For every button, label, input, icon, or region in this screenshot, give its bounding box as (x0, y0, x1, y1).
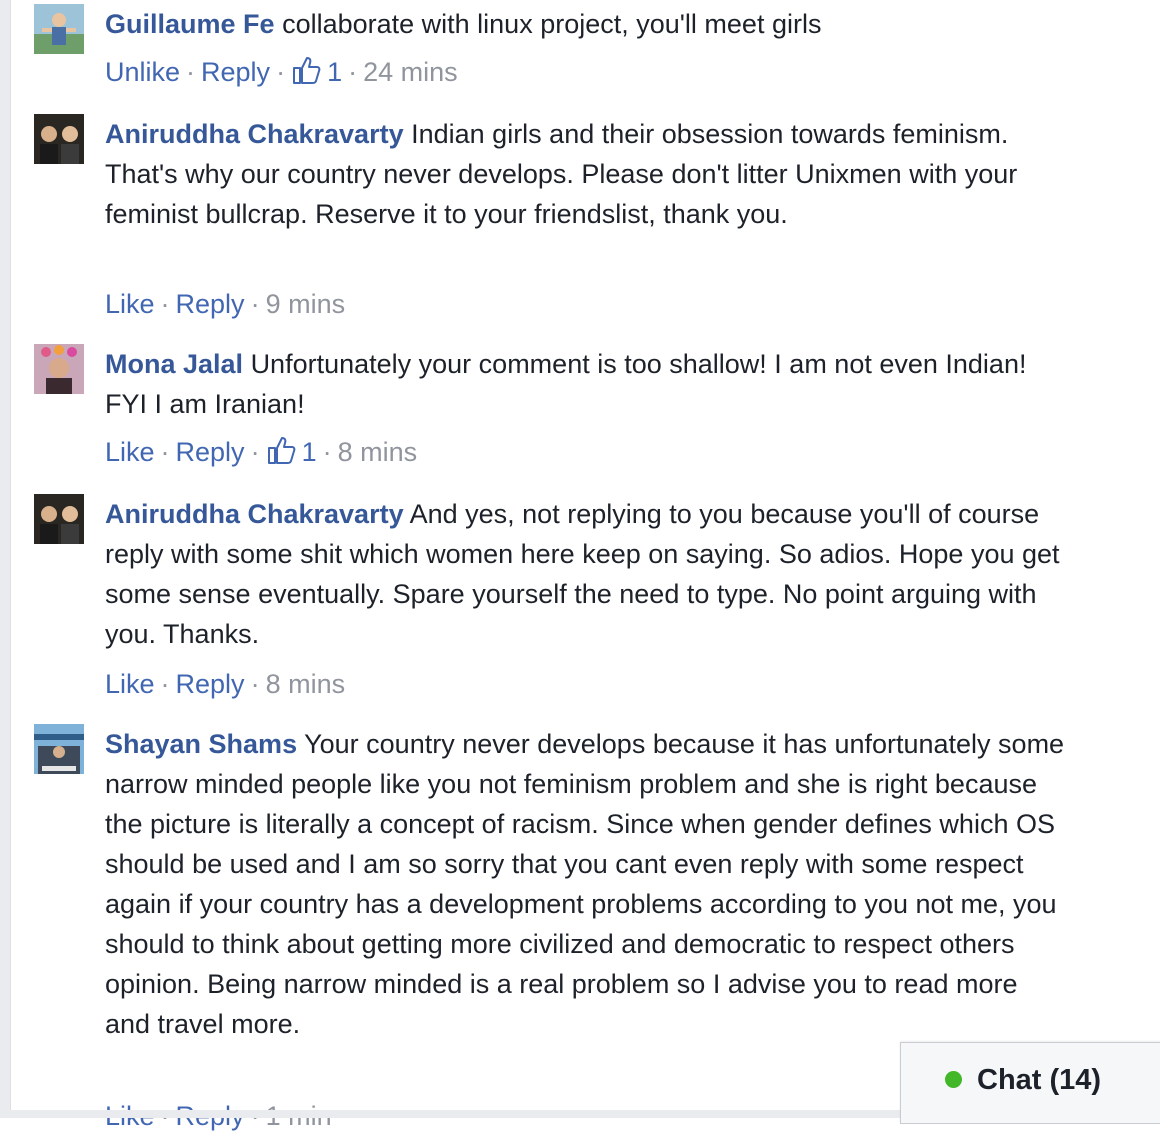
thumbs-up-icon (293, 57, 321, 84)
separator-dot: · (322, 437, 332, 467)
comment-author[interactable]: Shayan Shams (105, 729, 297, 759)
avatar[interactable] (34, 494, 84, 544)
comment-author[interactable]: Mona Jalal (105, 349, 243, 379)
comment-time[interactable]: 8 mins (266, 669, 346, 699)
chat-label: Chat (14) (977, 1064, 1102, 1096)
comment-body: Aniruddha Chakravarty Indian girls and t… (105, 114, 1065, 234)
reply-link[interactable]: Reply (176, 437, 245, 467)
thumbs-up-icon (267, 437, 295, 464)
separator-dot: · (160, 289, 170, 319)
avatar[interactable] (34, 4, 84, 54)
separator-dot: · (186, 57, 196, 87)
comment-actions: Like · Reply · 1 · 8 mins (105, 434, 417, 470)
comment-actions: Like · Reply · 8 mins (105, 666, 345, 702)
like-count-value: 1 (301, 437, 317, 467)
reply-link[interactable]: Reply (176, 669, 245, 699)
unlike-link[interactable]: Unlike (105, 57, 180, 87)
separator-dot: · (250, 289, 260, 319)
comment-author[interactable]: Aniruddha Chakravarty (105, 119, 404, 149)
separator-dot: · (250, 437, 260, 467)
separator-dot: · (276, 57, 286, 87)
separator-dot: · (348, 57, 358, 87)
comment-actions: Unlike · Reply · 1 · 24 mins (105, 54, 458, 90)
like-link[interactable]: Like (105, 289, 155, 319)
comment-text: Your country never develops because it h… (105, 729, 1065, 1039)
separator-dot: · (160, 669, 170, 699)
separator-dot: · (160, 437, 170, 467)
separator-dot: · (250, 669, 260, 699)
comment-author[interactable]: Aniruddha Chakravarty (105, 499, 404, 529)
reply-link[interactable]: Reply (201, 57, 270, 87)
like-link[interactable]: Like (105, 437, 155, 467)
avatar[interactable] (34, 724, 84, 774)
like-count[interactable]: 1 (291, 57, 342, 87)
comment-actions: Like · Reply · 9 mins (105, 286, 345, 322)
comment-body: Aniruddha Chakravarty And yes, not reply… (105, 494, 1065, 654)
comment-time[interactable]: 8 mins (338, 437, 418, 467)
avatar[interactable] (34, 114, 84, 164)
online-status-dot (945, 1071, 962, 1088)
comment-author[interactable]: Guillaume Fe (105, 9, 275, 39)
comment-body: Guillaume Fe collaborate with linux proj… (105, 4, 1065, 44)
comment-time[interactable]: 9 mins (266, 289, 346, 319)
comment-text: collaborate with linux project, you'll m… (282, 9, 822, 39)
reply-link[interactable]: Reply (176, 289, 245, 319)
chat-tab[interactable]: Chat (14) (900, 1042, 1160, 1124)
like-count-value: 1 (327, 57, 343, 87)
comment-body: Shayan Shams Your country never develops… (105, 724, 1065, 1044)
like-link[interactable]: Like (105, 669, 155, 699)
comment-time[interactable]: 24 mins (363, 57, 458, 87)
left-rail (0, 0, 11, 1118)
comment-text: Unfortunately your comment is too shallo… (105, 349, 1027, 419)
avatar[interactable] (34, 344, 84, 394)
like-count[interactable]: 1 (266, 437, 317, 467)
comment-body: Mona Jalal Unfortunately your comment is… (105, 344, 1065, 424)
